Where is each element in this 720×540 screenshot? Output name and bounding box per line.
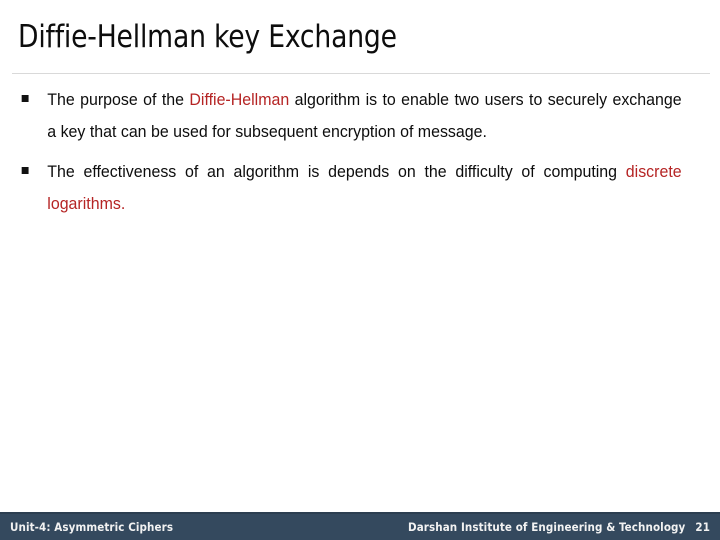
footer-unit-label: Unit-4: Asymmetric Ciphers <box>10 520 174 534</box>
bullet-1-line-1-prefix: The purpose of the <box>47 91 190 109</box>
bullet-1-line-1: The purpose of the Diffie-Hellman algori… <box>47 91 523 109</box>
bullet-2-line-1: The effectiveness of an algorithm is dep… <box>47 163 535 181</box>
bullet-1-line-3: encryption of message. <box>322 123 487 141</box>
square-bullet-icon <box>21 95 29 102</box>
square-bullet-icon <box>21 167 29 174</box>
slide-body: The purpose of the Diffie-Hellman algori… <box>0 84 720 228</box>
slide-footer: Unit-4: Asymmetric Ciphers Darshan Insti… <box>0 512 720 540</box>
bullet-item-2: The effectiveness of an algorithm is dep… <box>0 156 709 220</box>
bullet-1-highlight-diffie-hellman: Diffie-Hellman <box>189 91 290 109</box>
title-divider <box>12 73 710 74</box>
page-title: Diffie-Hellman key Exchange <box>18 19 397 55</box>
footer-right-group: Darshan Institute of Engineering & Techn… <box>408 520 710 534</box>
slide-canvas: Diffie-Hellman key Exchange The purpose … <box>0 0 720 540</box>
bullet-item-1: The purpose of the Diffie-Hellman algori… <box>0 84 709 148</box>
slide-page-number: 21 <box>695 520 710 534</box>
footer-organization-label: Darshan Institute of Engineering & Techn… <box>408 520 686 534</box>
slide-title-area: Diffie-Hellman key Exchange <box>0 0 720 74</box>
bullet-2-text: The effectiveness of an algorithm is dep… <box>47 156 681 220</box>
bullet-1-line-1-suffix: algorithm is to enable two users <box>289 91 524 109</box>
bullet-1-text: The purpose of the Diffie-Hellman algori… <box>47 84 681 148</box>
bullet-2-line-2-prefix: computing <box>543 163 626 181</box>
